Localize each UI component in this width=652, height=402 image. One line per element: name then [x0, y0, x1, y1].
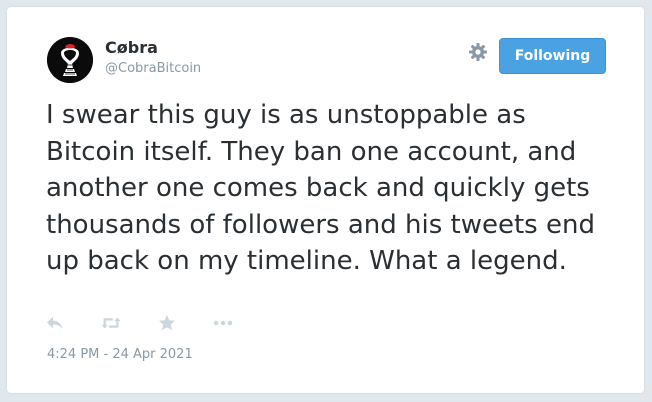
reply-icon[interactable] — [45, 313, 65, 333]
gear-icon[interactable] — [467, 41, 489, 63]
tweet-actions — [45, 312, 269, 334]
cobra-avatar-icon — [47, 37, 93, 83]
favorite-icon[interactable] — [157, 313, 177, 333]
tweet-text: I swear this guy is as unstoppable as Bi… — [46, 100, 595, 276]
tweet-timestamp[interactable]: 4:24 PM - 24 Apr 2021 — [47, 346, 193, 364]
retweet-icon[interactable] — [101, 313, 121, 333]
avatar[interactable] — [47, 37, 93, 83]
following-button[interactable]: Following — [499, 38, 606, 74]
author-display-name[interactable]: Cøbra — [105, 37, 158, 59]
tweet-card: Cøbra @CobraBitcoin Following I swear th… — [6, 6, 645, 394]
author-handle[interactable]: @CobraBitcoin — [105, 60, 201, 78]
more-icon[interactable] — [213, 313, 233, 333]
